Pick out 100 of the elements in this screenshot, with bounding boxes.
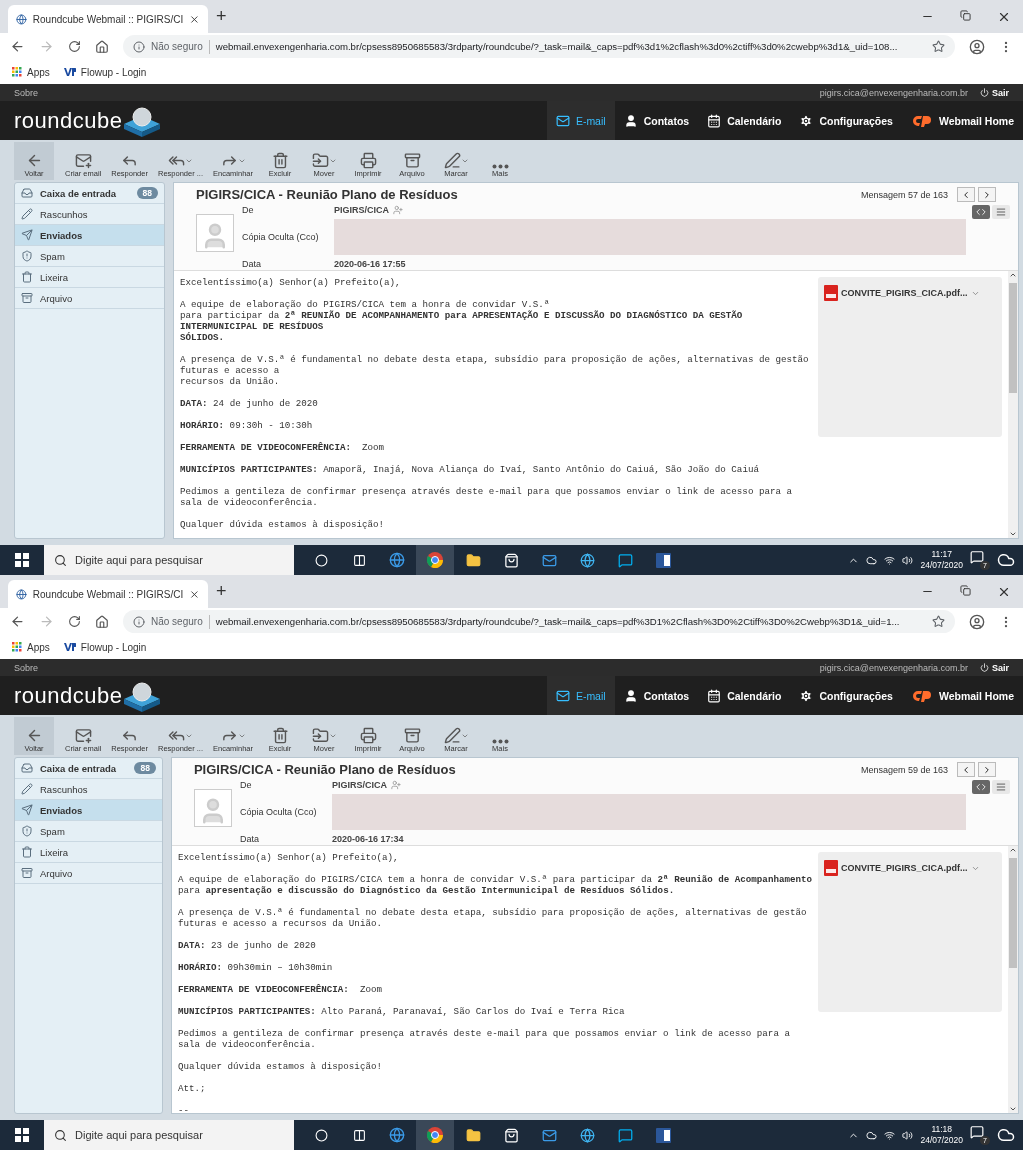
profile-icon[interactable] — [969, 38, 985, 55]
reload-icon[interactable] — [68, 615, 81, 628]
body-paragraph: A presença de V.S.ª é fundamental no debate desta etapa, subsídio para proposição de ações, alternativas de gestão futuras e acesso a recursos da União. — [180, 354, 810, 387]
chrome-icon — [427, 552, 443, 568]
new-tab-button[interactable]: + — [216, 6, 227, 27]
folder-icon — [21, 825, 33, 837]
taskbar-clock[interactable]: 11:17 24/07/2020 — [920, 549, 963, 571]
browser-tab[interactable]: Roundcube Webmail :: PIGIRS/CI — [8, 5, 208, 33]
nav-tab[interactable]: Webmail Home — [901, 676, 1023, 715]
source-view-button[interactable] — [972, 205, 990, 219]
wifi-icon[interactable] — [884, 1129, 896, 1141]
attachment-link[interactable]: CONVITE_PIGIRS_CICA.pdf... — [824, 285, 980, 301]
folder-item[interactable]: Lixeira — [15, 267, 164, 288]
folder-icon — [21, 846, 33, 858]
nav-tab[interactable]: E-mail — [546, 101, 615, 140]
nav-tab[interactable]: Contatos — [614, 101, 699, 140]
folder-item[interactable]: Caixa de entrada 88 — [15, 183, 164, 204]
nav-tab[interactable]: E-mail — [546, 676, 615, 715]
power-icon — [980, 663, 989, 672]
attachment-link[interactable]: CONVITE_PIGIRS_CICA.pdf... — [824, 860, 980, 876]
folder-item[interactable]: Enviados — [15, 225, 164, 246]
cloud-icon[interactable] — [866, 1129, 878, 1141]
bookmark-link[interactable]: Flowup - Login — [63, 641, 147, 653]
taskbar-search-field[interactable]: Digite aqui para pesquisar — [44, 1120, 294, 1150]
nav-tab[interactable]: Contatos — [614, 676, 699, 715]
folder-item[interactable]: Caixa de entrada 88 — [15, 758, 162, 779]
about-link[interactable]: Sobre — [14, 662, 39, 673]
folder-icon — [21, 783, 33, 795]
taskbar-clock[interactable]: 11:18 24/07/2020 — [920, 1124, 963, 1146]
nav-tab[interactable]: Configurações — [790, 101, 902, 140]
back-icon[interactable] — [10, 39, 25, 54]
nav-tab[interactable]: Calendário — [698, 676, 791, 715]
body-paragraph: Att.; — [177, 1083, 207, 1094]
toolbar-icon — [74, 152, 92, 169]
scroll-up-icon[interactable] — [1009, 846, 1017, 854]
shopping-bag-icon — [503, 552, 519, 568]
wifi-icon[interactable] — [884, 554, 896, 566]
body-paragraph: Excelentíssimo(a) Senhor(a) Prefeito(a), — [180, 277, 402, 288]
logout-link[interactable]: Sair — [980, 662, 1009, 673]
body-paragraph: HORÁRIO: 09:30h - 10:30h — [180, 420, 314, 431]
sender-name[interactable]: PIGIRS/CICA — [334, 205, 403, 215]
folder-item[interactable]: Spam — [15, 246, 164, 267]
restore-icon[interactable] — [960, 9, 971, 21]
reload-icon[interactable] — [68, 40, 81, 53]
new-tab-button[interactable]: + — [216, 581, 227, 602]
body-paragraph: Qualquer dúvida estamos à disposição! — [180, 519, 385, 530]
close-icon[interactable] — [189, 13, 200, 25]
browser-tab[interactable]: Roundcube Webmail :: PIGIRS/CI — [8, 580, 208, 608]
volume-icon[interactable] — [902, 554, 914, 566]
scroll-up-icon[interactable] — [1009, 271, 1017, 279]
volume-icon[interactable] — [902, 1129, 914, 1141]
scrollbar[interactable] — [1008, 271, 1018, 538]
taskbar-search-field[interactable]: Digite aqui para pesquisar — [44, 545, 294, 575]
nav-tab[interactable]: Webmail Home — [901, 101, 1023, 140]
circle-icon — [314, 553, 328, 567]
field-value: 2020-06-16 17:55 — [334, 259, 406, 269]
bookmark-link[interactable]: Flowup - Login — [63, 66, 147, 78]
address-bar[interactable]: Não seguro webmail.envexengenharia.com.br/cpsess8950685583/3rdparty/roundcube/?_task=mail&_caps=pdf%3D1%2Cflash%3D0%2Ctiff%3D0%2Cwebp%3D1&_uid=1... — [123, 610, 955, 633]
weather-icon[interactable] — [997, 551, 1015, 569]
field-label: De — [239, 780, 253, 790]
nav-tab[interactable]: Calendário — [698, 101, 791, 140]
scroll-down-icon[interactable] — [1009, 1105, 1017, 1113]
toolbar-icon — [491, 739, 509, 744]
cloud-icon[interactable] — [866, 554, 878, 566]
nav-tab[interactable]: Configurações — [790, 676, 902, 715]
folder-item[interactable]: Arquivo — [15, 863, 162, 884]
power-icon — [980, 88, 989, 97]
back-icon[interactable] — [10, 614, 25, 629]
home-icon[interactable] — [95, 39, 109, 54]
body-paragraph: A equipe de elaboração do PIGIRS/CICA tem a honra de convidar V.S.ª para participar da 2ª Reunião de Acompanhamento para apresentação e discussão do Diagnóstico da Gestão Intermunicipal de Resíduos Sólidos. — [177, 874, 812, 896]
previous-button[interactable] — [957, 762, 975, 777]
bookmark-link[interactable]: Apps — [12, 641, 50, 653]
scrollbar[interactable] — [1008, 846, 1018, 1113]
folder-item[interactable]: Lixeira — [15, 842, 162, 863]
weather-icon[interactable] — [997, 1126, 1015, 1144]
pdf-file-icon — [824, 860, 838, 876]
home-icon[interactable] — [95, 614, 109, 629]
folder-item[interactable]: Enviados — [15, 800, 162, 821]
folder-icon — [21, 292, 33, 304]
star-icon[interactable] — [932, 40, 945, 53]
address-bar[interactable]: Não seguro webmail.envexengenharia.com.br/cpsess8950685583/3rdparty/roundcube/?_task=mail&_caps=pdf%3d1%2cflash%3d0%2ctiff%3d0%2cwebp%3d1&_uid=108... — [123, 35, 955, 58]
bookmark-link[interactable]: Apps — [12, 66, 50, 78]
folder-item[interactable]: Arquivo — [15, 288, 164, 309]
body-paragraph: Pedimos a gentileza de confirmar presença através deste e-mail para que possamos enviar o link de acesso para a sala de videoconferência. — [177, 1028, 791, 1050]
logout-link[interactable]: Sair — [980, 87, 1009, 98]
star-icon[interactable] — [932, 615, 945, 628]
close-icon[interactable] — [189, 588, 200, 600]
profile-icon[interactable] — [969, 613, 985, 630]
folder-icon — [21, 271, 33, 283]
sender-name[interactable]: PIGIRS/CICA — [331, 780, 401, 790]
restore-icon[interactable] — [960, 584, 971, 596]
toolbar-icon — [443, 727, 461, 744]
folder-item[interactable]: Spam — [15, 821, 162, 842]
body-paragraph: Qualquer dúvida estamos à disposição! — [177, 1061, 383, 1072]
about-link[interactable]: Sobre — [14, 87, 39, 98]
windows-logo-icon — [15, 1128, 29, 1142]
source-view-button[interactable] — [972, 780, 990, 794]
scroll-down-icon[interactable] — [1009, 530, 1017, 538]
previous-button[interactable] — [957, 187, 975, 202]
site-icon — [16, 13, 27, 25]
